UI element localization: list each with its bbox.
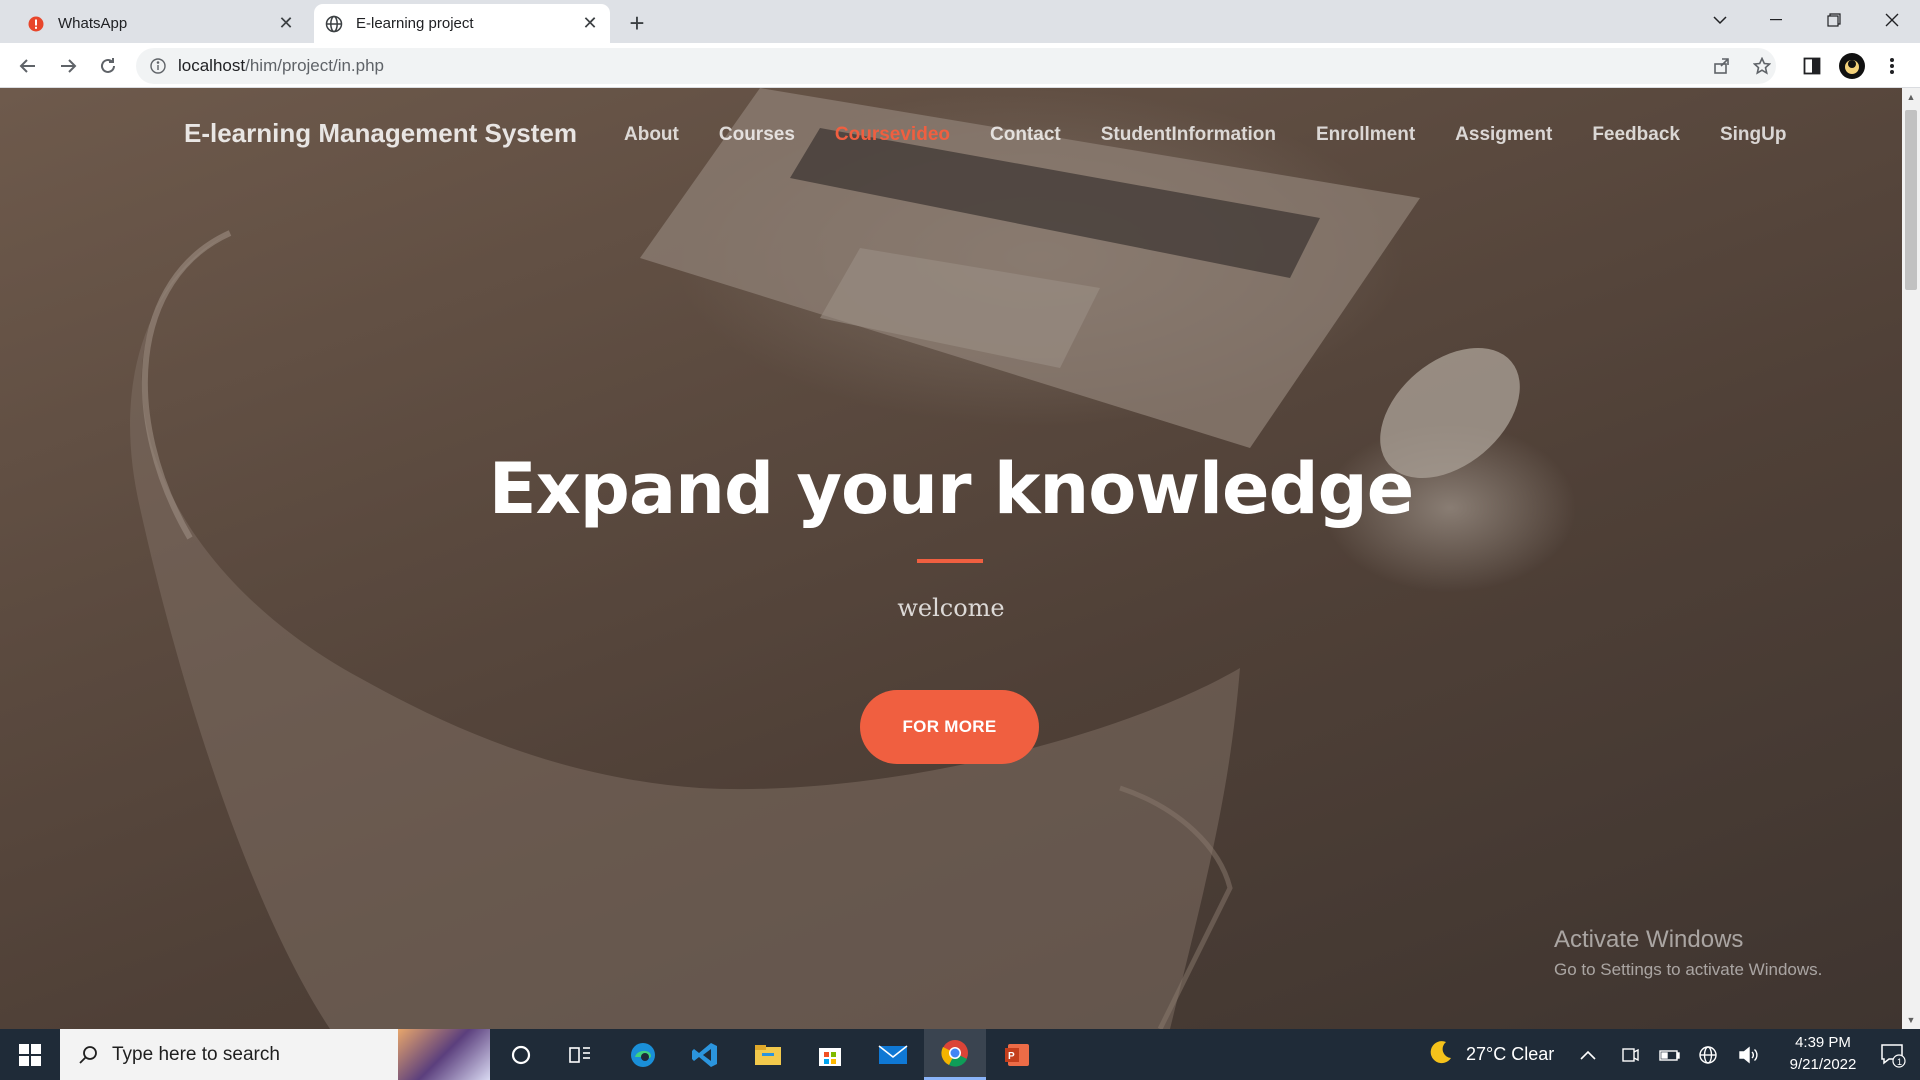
minimize-icon[interactable] [1748,0,1804,40]
url-host: localhost [178,56,246,75]
close-tab-icon[interactable]: ✕ [274,12,298,36]
hero-title: Expand your knowledge [488,448,1414,530]
windows-start-icon[interactable] [0,1029,60,1080]
file-explorer-icon[interactable] [737,1029,799,1080]
edge-icon[interactable] [612,1029,674,1080]
scroll-down-icon[interactable]: ▼ [1906,1015,1916,1025]
menu-kebab-icon[interactable] [1876,50,1908,82]
scrollbar-thumb[interactable] [1905,110,1917,290]
nav-about[interactable]: About [624,124,679,146]
system-clock[interactable]: 4:39 PM 9/21/2022 [1768,1032,1878,1076]
search-placeholder: Type here to search [112,1043,280,1065]
globe-icon [324,14,344,34]
scroll-up-icon[interactable]: ▲ [1906,92,1916,102]
hero-subtitle: welcome [897,594,1005,622]
url-path: /him/project/in.php [245,56,385,75]
vscode-icon[interactable] [674,1029,736,1080]
battery-icon[interactable] [1658,1029,1680,1080]
nav-studentinformation[interactable]: StudentInformation [1101,124,1276,146]
nav-contact[interactable]: Contact [990,124,1061,146]
browser-toolbar: localhost/him/project/in.php [0,43,1920,88]
for-more-button[interactable]: FOR MORE [860,690,1039,764]
nav-links: About Courses Coursevideo Contact Studen… [624,124,1826,146]
tab-search-icon[interactable] [1692,0,1748,40]
site-info-icon[interactable] [148,56,168,76]
tab-title: E-learning project [356,15,474,32]
activate-windows-watermark: Activate Windows Go to Settings to activ… [1554,926,1822,980]
nav-assigment[interactable]: Assigment [1455,124,1552,146]
tab-strip: WhatsApp ✕ E-learning project ✕ + [0,0,1920,43]
weather-widget[interactable]: 27°C Clear [1428,1029,1554,1080]
page-viewport: E-learning Management System About Cours… [0,88,1902,1029]
show-hidden-icons-icon[interactable] [1580,1029,1596,1080]
restore-icon[interactable] [1806,0,1862,40]
chrome-icon[interactable] [924,1029,986,1080]
windows-taskbar: Type here to search P 27°C Clear 4:39 PM… [0,1029,1920,1080]
nav-enrollment[interactable]: Enrollment [1316,124,1415,146]
notification-count: 1 [1897,1057,1902,1067]
cortana-icon[interactable] [490,1029,552,1080]
tab-whatsapp[interactable]: WhatsApp ✕ [16,4,306,43]
store-icon[interactable] [799,1029,861,1080]
taskbar-search-box[interactable]: Type here to search [60,1029,490,1080]
side-panel-icon[interactable] [1796,50,1828,82]
powerpoint-icon[interactable]: P [986,1029,1048,1080]
meet-now-icon[interactable] [1620,1029,1640,1080]
volume-icon[interactable] [1738,1029,1760,1080]
reload-icon[interactable] [92,50,124,82]
task-view-icon[interactable] [549,1029,611,1080]
forward-icon[interactable] [52,50,84,82]
bookmark-star-icon[interactable] [1746,50,1778,82]
page-scrollbar[interactable]: ▲ ▼ [1902,88,1920,1029]
mail-icon[interactable] [862,1029,924,1080]
address-bar[interactable]: localhost/him/project/in.php [136,48,1776,84]
tab-elearning-project[interactable]: E-learning project ✕ [314,4,610,43]
nav-singup[interactable]: SingUp [1720,124,1787,146]
search-highlight-image [398,1029,490,1080]
watermark-title: Activate Windows [1554,926,1744,953]
weather-text: 27°C Clear [1466,1044,1555,1064]
site-navbar: E-learning Management System About Cours… [0,88,1902,178]
close-tab-icon[interactable]: ✕ [578,12,602,36]
notification-center-icon[interactable]: 1 [1866,1029,1920,1080]
site-brand[interactable]: E-learning Management System [184,118,577,149]
url-text: localhost/him/project/in.php [178,56,384,76]
hero-divider [917,559,983,563]
clock-time: 4:39 PM [1795,1034,1851,1051]
tab-title: WhatsApp [58,15,128,32]
nav-feedback[interactable]: Feedback [1592,124,1680,146]
search-icon [76,1043,100,1067]
clock-date: 9/21/2022 [1789,1056,1857,1073]
alert-icon [26,14,46,34]
nav-coursevideo[interactable]: Coursevideo [835,124,950,146]
back-icon[interactable] [12,50,44,82]
profile-avatar[interactable] [1836,50,1868,82]
svg-text:P: P [1008,1051,1015,1062]
new-tab-button[interactable]: + [622,8,652,38]
nav-courses[interactable]: Courses [719,124,795,146]
moon-icon [1428,1039,1454,1070]
close-window-icon[interactable] [1864,0,1920,40]
share-icon[interactable] [1706,50,1738,82]
network-globe-icon[interactable] [1698,1029,1718,1080]
watermark-subtitle: Go to Settings to activate Windows. [1554,960,1823,979]
